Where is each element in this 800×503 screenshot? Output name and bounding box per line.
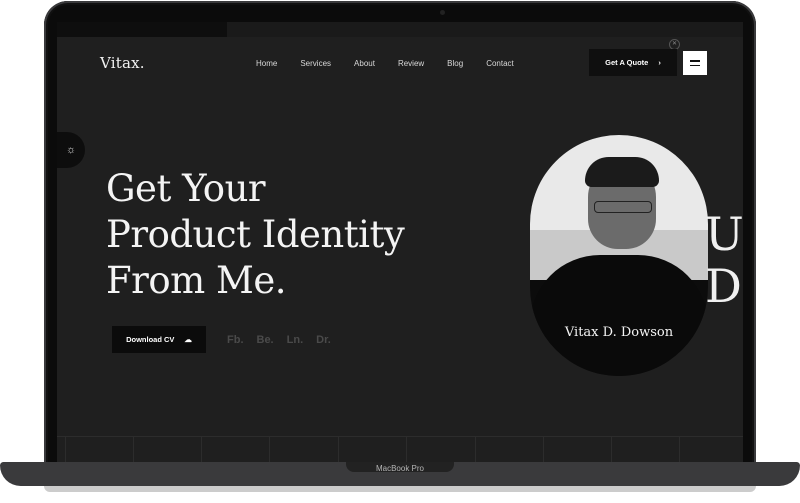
get-quote-label: Get A Quote [605,58,649,67]
screen: Vitax. Home Services About Review Blog C… [57,22,743,462]
portrait-name: Vitax D. Dowson [564,325,674,340]
portrait-hair [585,157,659,187]
menu-line [690,64,700,66]
portrait-glasses [594,201,652,213]
hamburger-menu-button[interactable] [683,51,707,75]
grid-divider [611,437,612,462]
theme-toggle-button[interactable]: ☼ [57,132,85,168]
nav-item-about[interactable]: About [354,59,375,68]
laptop-base: MacBook Pro [0,462,800,486]
portrait-card: Vitax D. Dowson [530,135,708,376]
hero-line-3: From Me. [106,259,287,302]
nav-item-review[interactable]: Review [398,59,424,68]
nav-item-home[interactable]: Home [256,59,277,68]
grid-divider [133,437,134,462]
hero-line-2: Product Identity [106,213,405,256]
social-link-facebook[interactable]: Fb. [227,334,244,346]
background-letter-1: U [705,207,743,261]
grid-divider [338,437,339,462]
nav-item-contact[interactable]: Contact [486,59,514,68]
bottom-grid [57,436,743,462]
background-letters: U D [705,208,743,312]
grid-divider [269,437,270,462]
grid-divider [406,437,407,462]
hero-title: Get Your Product Identity From Me. [106,166,466,304]
grid-divider [201,437,202,462]
sun-icon: ☼ [65,144,77,156]
download-cv-label: Download CV [126,335,175,344]
social-link-dribbble[interactable]: Dr. [316,334,331,346]
top-bar-tab [57,22,227,37]
get-quote-button[interactable]: Get A Quote › [589,49,677,76]
hero-line-1: Get Your [106,167,266,210]
screen-top-bar [57,22,743,37]
menu-line [690,60,700,62]
grid-divider [543,437,544,462]
download-cv-button[interactable]: Download CV ☁ [112,326,206,353]
social-links: Fb. Be. Ln. Dr. [227,334,331,346]
brand-logo[interactable]: Vitax. [100,54,145,72]
camera-icon [440,10,445,15]
portrait-body [530,255,708,376]
laptop-shadow [44,486,756,492]
main-nav: Home Services About Review Blog Contact [256,59,537,68]
background-letter-2: D [705,259,742,313]
grid-divider [475,437,476,462]
device-model-label: MacBook Pro [375,464,425,473]
social-link-behance[interactable]: Be. [257,334,274,346]
social-link-linkedin[interactable]: Ln. [287,334,304,346]
grid-divider [679,437,680,462]
nav-item-services[interactable]: Services [300,59,331,68]
cloud-download-icon: ☁ [184,335,192,344]
grid-divider [65,437,66,462]
arrow-right-icon: › [658,58,661,67]
nav-item-blog[interactable]: Blog [447,59,463,68]
